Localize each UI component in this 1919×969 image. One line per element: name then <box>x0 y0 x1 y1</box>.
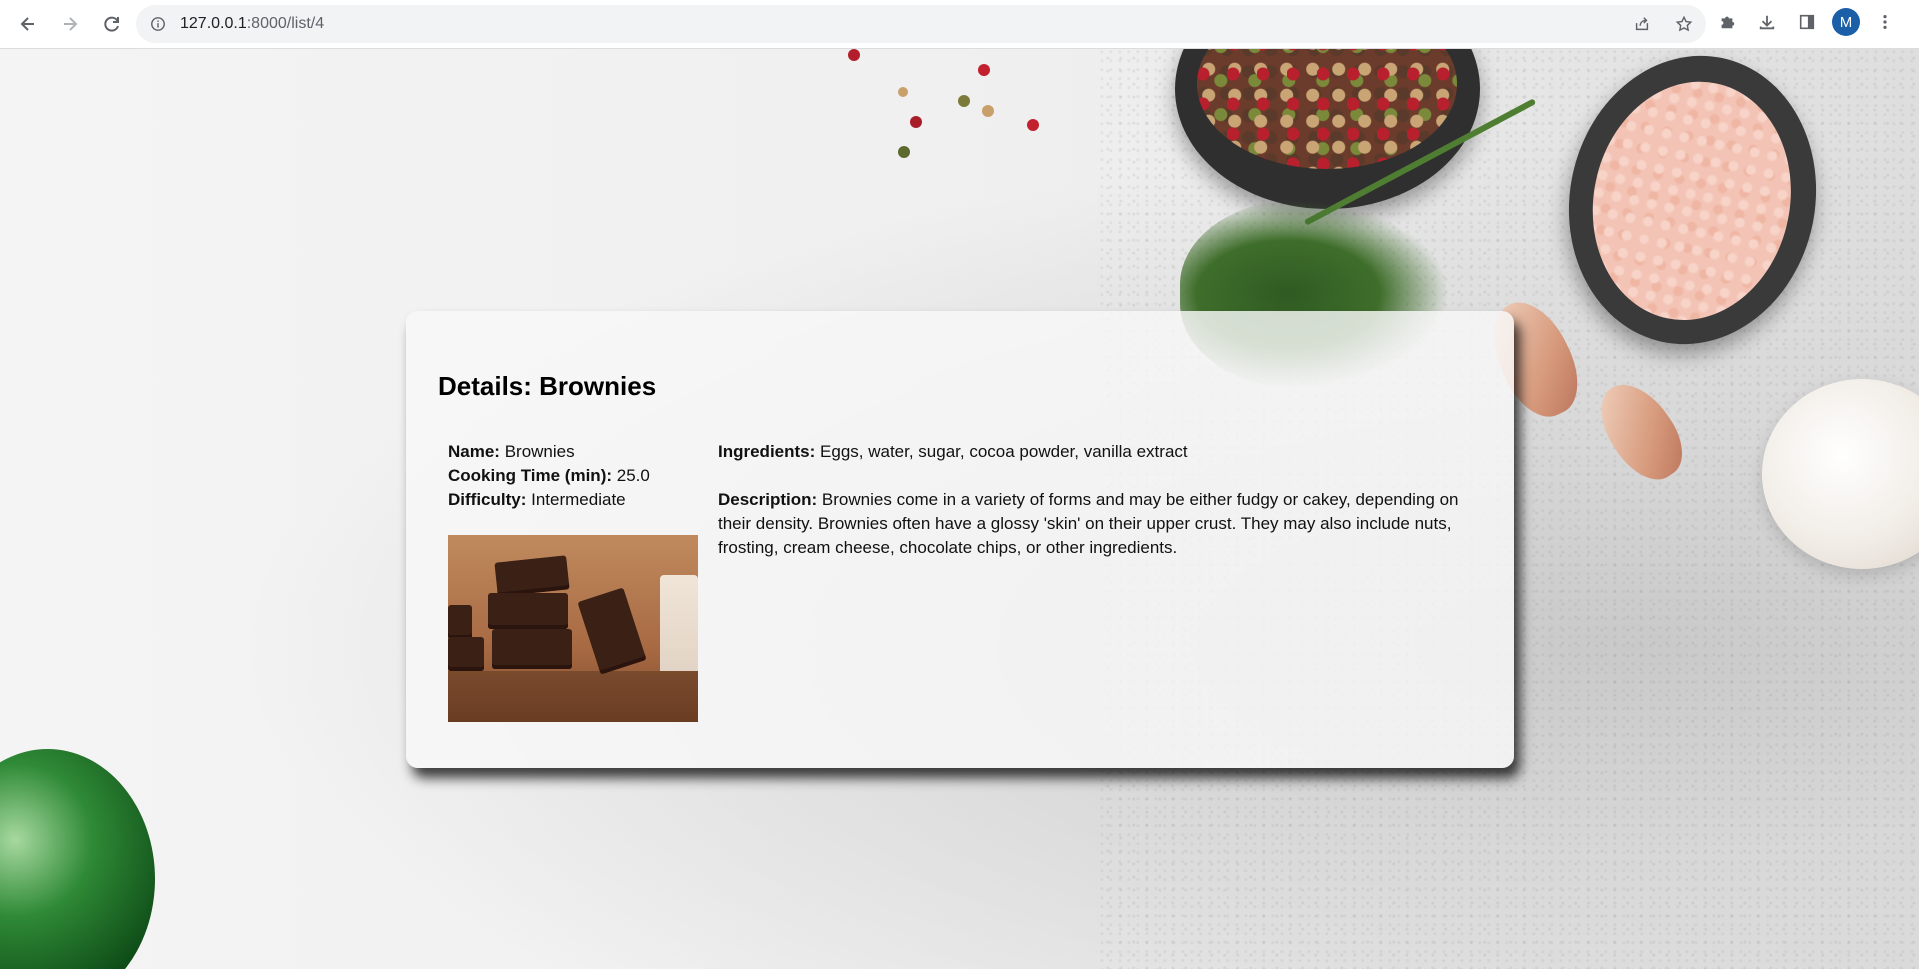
peppercorn <box>848 49 860 61</box>
cooking-time-label: Cooking Time (min): <box>448 466 613 485</box>
url-path: :8000/list/4 <box>246 15 325 32</box>
brownie-piece <box>577 587 647 675</box>
difficulty-value: Intermediate <box>531 490 626 509</box>
description-value: Brownies come in a variety of forms and … <box>718 490 1459 557</box>
cooking-time-row: Cooking Time (min): 25.0 <box>448 464 708 488</box>
page-title: Details: Brownies <box>438 371 657 401</box>
reload-icon <box>104 16 119 32</box>
peppercorn <box>910 116 922 128</box>
peppercorn <box>1027 119 1039 131</box>
ingredients-value: Eggs, water, sugar, cocoa powder, vanill… <box>820 442 1188 461</box>
peppercorn <box>898 146 910 158</box>
page-background: Details: Brownies Name: Brownies Cooking… <box>0 49 1919 969</box>
address-bar[interactable]: 127.0.0.1:8000/list/4 <box>136 5 1706 43</box>
back-button[interactable] <box>8 4 48 44</box>
download-icon[interactable] <box>1752 7 1782 37</box>
peppercorn <box>982 105 994 117</box>
puzzle-icon[interactable] <box>1712 7 1742 37</box>
ingredients-label: Ingredients: <box>718 442 816 461</box>
name-value: Brownies <box>504 442 575 461</box>
peppercorn <box>978 64 990 76</box>
brownie-piece <box>494 555 570 597</box>
url-host: 127.0.0.1 <box>180 15 247 32</box>
peppercorn <box>898 87 908 97</box>
recipe-text: Ingredients: Eggs, water, sugar, cocoa p… <box>718 440 1478 560</box>
description-label: Description: <box>718 490 818 509</box>
forward-arrow-icon <box>64 17 78 31</box>
difficulty-row: Difficulty: Intermediate <box>448 488 708 512</box>
reload-button[interactable] <box>92 4 132 44</box>
brownie-piece <box>448 605 472 639</box>
forward-button[interactable] <box>50 4 90 44</box>
side-panel-icon[interactable] <box>1792 7 1822 37</box>
cooking-time-value: 25.0 <box>616 466 650 485</box>
description-row: Description: Brownies come in a variety … <box>718 488 1478 560</box>
recipe-detail-card: Details: Brownies Name: Brownies Cooking… <box>406 311 1514 768</box>
kebab-menu-icon[interactable] <box>1870 7 1900 37</box>
star-icon[interactable] <box>1670 10 1698 38</box>
name-label: Name: <box>448 442 500 461</box>
browser-toolbar: 127.0.0.1:8000/list/4 M <box>0 0 1919 49</box>
ingredients-row: Ingredients: Eggs, water, sugar, cocoa p… <box>718 440 1478 464</box>
brownie-piece <box>448 637 484 671</box>
back-arrow-icon <box>20 17 34 31</box>
peppercorn <box>958 95 970 107</box>
profile-avatar[interactable]: M <box>1832 8 1860 36</box>
name-row: Name: Brownies <box>448 440 708 464</box>
wooden-board <box>448 671 698 722</box>
info-icon[interactable] <box>149 15 167 33</box>
brownie-piece <box>492 629 572 669</box>
brownie-piece <box>488 593 568 629</box>
url-text[interactable]: 127.0.0.1:8000/list/4 <box>180 15 324 33</box>
difficulty-label: Difficulty: <box>448 490 527 509</box>
share-icon[interactable] <box>1628 10 1656 38</box>
recipe-summary: Name: Brownies Cooking Time (min): 25.0 … <box>448 440 708 512</box>
green-bottle-image <box>0 749 155 969</box>
recipe-image <box>448 535 698 722</box>
